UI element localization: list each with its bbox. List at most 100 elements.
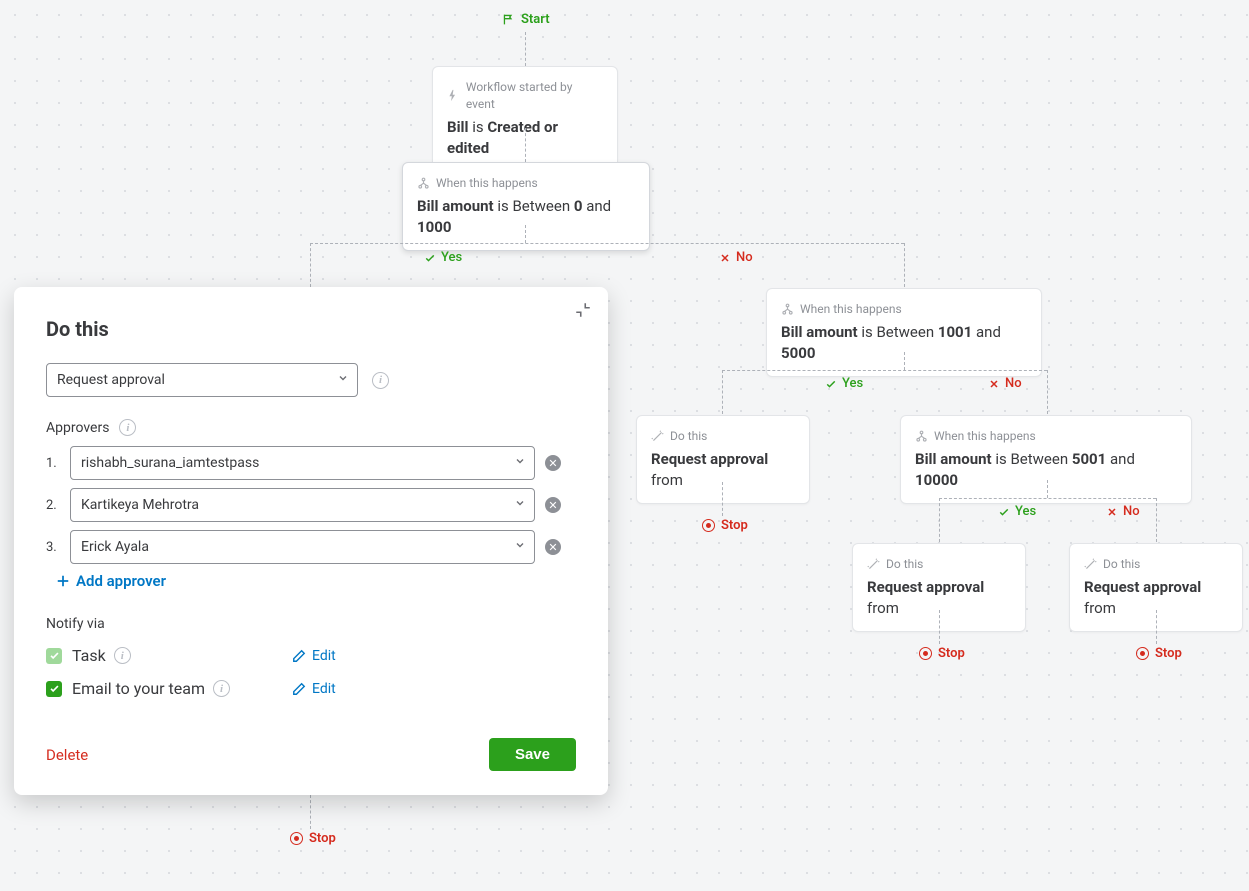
email-checkbox[interactable] — [46, 681, 62, 697]
approver-index: 2. — [46, 498, 60, 513]
start-node: Start — [502, 12, 550, 27]
node-overline: When this happens — [915, 428, 1177, 445]
stop-1: Stop — [702, 518, 748, 533]
panel-title: Do this — [46, 317, 576, 341]
flag-icon — [502, 13, 515, 26]
check-icon — [825, 378, 837, 390]
notify-task-row: Task i Edit — [46, 646, 576, 665]
info-icon[interactable]: i — [119, 419, 136, 436]
node-overline: Do this — [651, 428, 795, 445]
branch-icon — [417, 177, 430, 190]
save-button[interactable]: Save — [489, 738, 576, 771]
info-icon[interactable]: i — [372, 372, 389, 389]
connector — [722, 482, 723, 516]
wand-icon — [867, 558, 880, 571]
connector — [310, 243, 904, 244]
notify-email-row: Email to your team i Edit — [46, 679, 576, 698]
action-select[interactable]: Request approval — [46, 363, 358, 397]
connector — [310, 243, 311, 287]
branch-no-2: No — [988, 376, 1022, 391]
connector — [1156, 498, 1157, 542]
notify-label: Notify via — [46, 616, 576, 632]
node-title: Bill amount is Between 5001 and 10000 — [915, 449, 1177, 491]
branch-yes-2: Yes — [825, 376, 863, 391]
pencil-icon — [292, 649, 306, 663]
connector — [525, 225, 526, 243]
connector — [939, 498, 940, 542]
condition-node-1[interactable]: When this happens Bill amount is Between… — [402, 162, 650, 251]
delete-button[interactable]: Delete — [46, 746, 88, 764]
check-icon — [424, 252, 436, 264]
branch-yes-3: Yes — [998, 504, 1036, 519]
connector — [525, 32, 526, 66]
info-icon[interactable]: i — [213, 680, 230, 697]
panel-footer: Delete Save — [46, 738, 576, 771]
approver-select-3[interactable]: Erick Ayala — [70, 530, 535, 564]
branch-icon — [915, 430, 928, 443]
connector — [525, 128, 526, 162]
plus-icon — [56, 574, 70, 588]
branch-no-3: No — [1106, 504, 1140, 519]
task-checkbox-locked — [46, 648, 62, 664]
node-overline: Do this — [867, 556, 1011, 573]
stop-icon — [919, 647, 932, 660]
remove-approver-button[interactable]: ✕ — [545, 539, 561, 555]
x-icon — [719, 252, 731, 264]
connector — [1047, 480, 1048, 498]
chevron-down-icon — [514, 539, 526, 555]
wand-icon — [1084, 558, 1097, 571]
connector — [939, 498, 1156, 499]
connector — [722, 370, 1047, 371]
node-title: Bill amount is Between 0 and 1000 — [417, 196, 635, 238]
connector — [904, 243, 905, 287]
stop-2: Stop — [919, 646, 965, 661]
approver-value: rishabh_surana_iamtestpass — [81, 455, 259, 471]
approver-index: 3. — [46, 540, 60, 555]
node-overline: Workflow started by event — [447, 79, 603, 113]
wand-icon — [651, 430, 664, 443]
action-node-1[interactable]: Do this Request approval from — [636, 415, 810, 504]
branch-no-1: No — [719, 250, 753, 265]
start-label: Start — [521, 12, 550, 27]
edit-panel: Do this Request approval i Approvers i 1… — [14, 287, 608, 795]
stop-icon — [290, 832, 303, 845]
notify-email-label: Email to your team — [72, 679, 205, 698]
node-overline: When this happens — [781, 301, 1027, 318]
collapse-button[interactable] — [574, 301, 592, 319]
edit-email-button[interactable]: Edit — [292, 681, 336, 697]
approver-value: Erick Ayala — [81, 539, 149, 555]
approver-row-1: 1. rishabh_surana_iamtestpass ✕ — [46, 446, 576, 480]
connector — [1156, 610, 1157, 644]
connector — [310, 795, 311, 829]
connector — [904, 352, 905, 370]
approver-select-1[interactable]: rishabh_surana_iamtestpass — [70, 446, 535, 480]
branch-yes-1: Yes — [424, 250, 462, 265]
action-select-value: Request approval — [57, 372, 165, 388]
approver-value: Kartikeya Mehrotra — [81, 497, 199, 513]
node-title: Request approval from — [651, 449, 795, 491]
info-icon[interactable]: i — [114, 647, 131, 664]
approver-row-3: 3. Erick Ayala ✕ — [46, 530, 576, 564]
approver-index: 1. — [46, 456, 60, 471]
remove-approver-button[interactable]: ✕ — [545, 455, 561, 471]
stop-icon — [702, 519, 715, 532]
approver-select-2[interactable]: Kartikeya Mehrotra — [70, 488, 535, 522]
condition-node-3[interactable]: When this happens Bill amount is Between… — [900, 415, 1192, 504]
connector — [939, 610, 940, 644]
notify-task-label: Task — [72, 646, 106, 665]
node-overline: When this happens — [417, 175, 635, 192]
branch-icon — [781, 303, 794, 316]
edit-task-button[interactable]: Edit — [292, 648, 336, 664]
x-icon — [1106, 506, 1118, 518]
pencil-icon — [292, 682, 306, 696]
connector — [1047, 370, 1048, 414]
connector — [722, 370, 723, 414]
check-icon — [49, 683, 60, 694]
stop-4: Stop — [290, 831, 336, 846]
check-icon — [49, 650, 60, 661]
add-approver-button[interactable]: Add approver — [56, 572, 576, 590]
remove-approver-button[interactable]: ✕ — [545, 497, 561, 513]
node-overline: Do this — [1084, 556, 1228, 573]
approvers-label: Approvers i — [46, 419, 576, 436]
collapse-icon — [574, 301, 592, 319]
